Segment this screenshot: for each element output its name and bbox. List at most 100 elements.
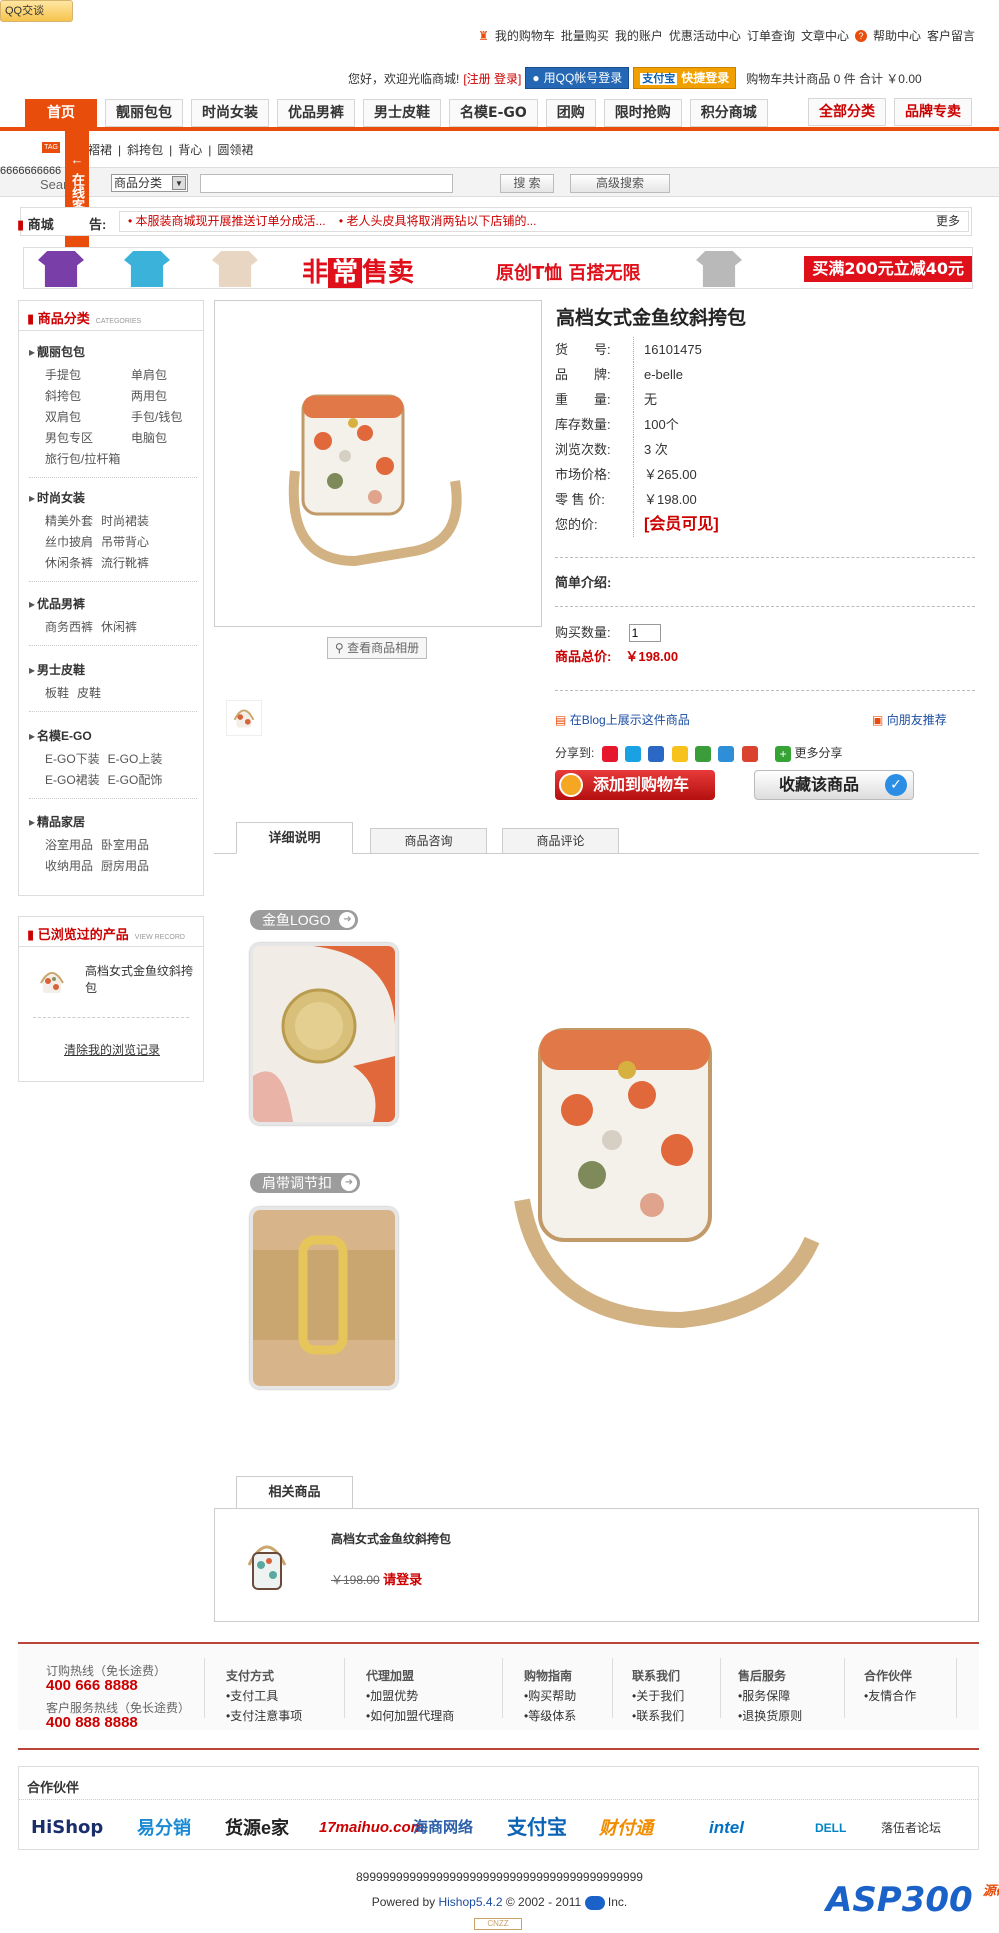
- footer-link[interactable]: 友情合作: [864, 1686, 916, 1706]
- category-link[interactable]: 丝巾披肩: [45, 533, 93, 550]
- category-link[interactable]: 板鞋: [45, 684, 69, 701]
- clear-history-link[interactable]: 清除我的浏览记录: [19, 1041, 205, 1058]
- category-link[interactable]: 流行靴裤: [101, 554, 149, 571]
- top-link-message[interactable]: 客户留言: [927, 27, 975, 44]
- category-title[interactable]: 靓丽包包: [29, 343, 197, 360]
- related-product-name[interactable]: 高档女式金鱼纹斜挎包: [331, 1531, 455, 1548]
- notice-item[interactable]: • 本服装商城现开展推送订单分成活...: [128, 214, 326, 228]
- footer-link[interactable]: 如何加盟代理商: [366, 1706, 454, 1726]
- tab-related[interactable]: 相关商品: [236, 1476, 353, 1509]
- promo-banner[interactable]: 非常售卖 原创T恤 百搭无限 买满200元立减40元: [23, 247, 973, 289]
- category-title[interactable]: 时尚女装: [29, 489, 197, 506]
- login-link[interactable]: 请登录: [383, 1572, 422, 1587]
- category-link[interactable]: 手包/钱包: [131, 408, 213, 425]
- nav-ego[interactable]: 名模E-GO: [449, 99, 538, 127]
- footer-link[interactable]: 退换货原则: [738, 1706, 802, 1726]
- category-link[interactable]: 休闲裤: [101, 618, 137, 635]
- alipay-login-button[interactable]: 支付宝 快捷登录: [633, 67, 737, 89]
- tab-reviews[interactable]: 商品评论: [502, 828, 619, 854]
- favorite-button[interactable]: 收藏该商品 ✓: [754, 770, 914, 800]
- footer-link[interactable]: 加盟优势: [366, 1686, 454, 1706]
- partner-logo-dell[interactable]: DELL: [815, 1813, 846, 1843]
- qzone-icon[interactable]: [625, 745, 642, 762]
- tab-details[interactable]: 详细说明: [236, 822, 353, 854]
- more-share-link[interactable]: 更多分享: [794, 746, 842, 760]
- category-link[interactable]: 精美外套: [45, 512, 93, 529]
- star-icon[interactable]: [671, 745, 688, 762]
- related-product-image[interactable]: [241, 1535, 293, 1595]
- tag-item[interactable]: 背心: [178, 141, 202, 158]
- nav-women[interactable]: 时尚女装: [191, 99, 269, 127]
- category-title[interactable]: 优品男裤: [29, 595, 197, 612]
- cnzz-badge[interactable]: CNZZ: [474, 1918, 522, 1930]
- register-login-link[interactable]: [注册 登录]: [463, 70, 521, 87]
- top-link-articles[interactable]: 文章中心: [801, 27, 849, 44]
- hishop-link[interactable]: Hishop5.4.2: [438, 1895, 502, 1909]
- douban-icon[interactable]: [718, 745, 735, 762]
- category-link[interactable]: E-GO裙装: [45, 771, 100, 788]
- footer-link[interactable]: 联系我们: [632, 1706, 684, 1726]
- nav-flashsale[interactable]: 限时抢购: [603, 99, 682, 127]
- blog-link[interactable]: ▤ 在Blog上展示这件商品: [555, 711, 690, 728]
- category-link[interactable]: 双肩包: [45, 408, 131, 425]
- viewed-product-name[interactable]: 高档女式金鱼纹斜挎包: [85, 963, 195, 997]
- kaixin-icon[interactable]: [695, 745, 712, 762]
- nav-men-shoes[interactable]: 男士皮鞋: [363, 99, 441, 127]
- category-link[interactable]: 休闲条裤: [45, 554, 93, 571]
- footer-link[interactable]: 关于我们: [632, 1686, 684, 1706]
- partner-logo-intel[interactable]: intel: [709, 1813, 744, 1843]
- footer-link[interactable]: 购买帮助: [524, 1686, 576, 1706]
- product-image-frame[interactable]: [214, 300, 542, 627]
- recommend-link[interactable]: ▣ 向朋友推荐: [872, 711, 947, 728]
- category-link[interactable]: 时尚裙装: [101, 512, 149, 529]
- category-title[interactable]: 精品家居: [29, 813, 197, 830]
- partner-logo-alipay[interactable]: 支付宝: [507, 1813, 567, 1843]
- tag-item[interactable]: 褶裙: [88, 141, 112, 158]
- category-link[interactable]: E-GO上装: [108, 750, 163, 767]
- search-input[interactable]: [200, 174, 453, 193]
- top-link-account[interactable]: 我的账户: [615, 27, 663, 44]
- category-title[interactable]: 名模E-GO: [29, 727, 197, 744]
- add-to-cart-button[interactable]: 添加到购物车: [555, 770, 715, 800]
- category-select[interactable]: 商品分类 ▼: [111, 174, 188, 192]
- footer-link[interactable]: 支付注意事项: [226, 1706, 302, 1726]
- category-link[interactable]: 单肩包: [131, 366, 213, 383]
- quantity-input[interactable]: [628, 624, 661, 642]
- top-link-bulk[interactable]: 批量购买: [561, 27, 609, 44]
- viewed-product-thumbnail[interactable]: [35, 965, 69, 999]
- footer-link[interactable]: 等级体系: [524, 1706, 576, 1726]
- top-link-orders[interactable]: 订单查询: [747, 27, 795, 44]
- partner-logo-yifenxiao[interactable]: 易分销: [137, 1813, 191, 1843]
- category-title[interactable]: 男士皮鞋: [29, 661, 197, 678]
- nav-all-categories[interactable]: 全部分类: [808, 98, 886, 126]
- tab-consult[interactable]: 商品咨询: [370, 828, 487, 854]
- tag-item[interactable]: 圆领裙: [217, 141, 253, 158]
- partner-logo-tenpay[interactable]: 财付通: [599, 1813, 653, 1843]
- category-link[interactable]: 卧室用品: [101, 836, 149, 853]
- category-link[interactable]: 电脑包: [131, 429, 213, 446]
- category-link[interactable]: E-GO下装: [45, 750, 100, 767]
- footer-link[interactable]: 服务保障: [738, 1686, 802, 1706]
- category-link[interactable]: 男包专区: [45, 429, 131, 446]
- qq-chat-badge[interactable]: QQ交谈: [0, 0, 73, 22]
- category-link[interactable]: 吊带背心: [101, 533, 149, 550]
- category-link[interactable]: E-GO配饰: [108, 771, 163, 788]
- qq-share-icon[interactable]: [741, 745, 758, 762]
- partner-logo-luowuzhe[interactable]: 落伍者论坛: [881, 1813, 941, 1843]
- weibo-icon[interactable]: [601, 745, 618, 762]
- category-link[interactable]: 斜挎包: [45, 387, 131, 404]
- partner-logo-hishop[interactable]: HiShop: [31, 1813, 103, 1843]
- qq-login-button[interactable]: ● 用QQ帐号登录: [525, 67, 630, 89]
- nav-men-pants[interactable]: 优品男裤: [277, 99, 355, 127]
- partner-logo-haishang[interactable]: 海商网络: [413, 1813, 473, 1843]
- category-link[interactable]: 旅行包/拉杆箱: [45, 450, 213, 467]
- category-link[interactable]: 手提包: [45, 366, 131, 383]
- view-gallery-button[interactable]: ⚲ 查看商品相册: [327, 637, 427, 659]
- top-link-promo[interactable]: 优惠活动中心: [669, 27, 741, 44]
- category-link[interactable]: 两用包: [131, 387, 213, 404]
- category-link[interactable]: 皮鞋: [77, 684, 101, 701]
- top-link-help[interactable]: 帮助中心: [873, 27, 921, 44]
- renren-icon[interactable]: [648, 745, 665, 762]
- footer-link[interactable]: 支付工具: [226, 1686, 302, 1706]
- advanced-search-button[interactable]: 高级搜索: [570, 174, 670, 193]
